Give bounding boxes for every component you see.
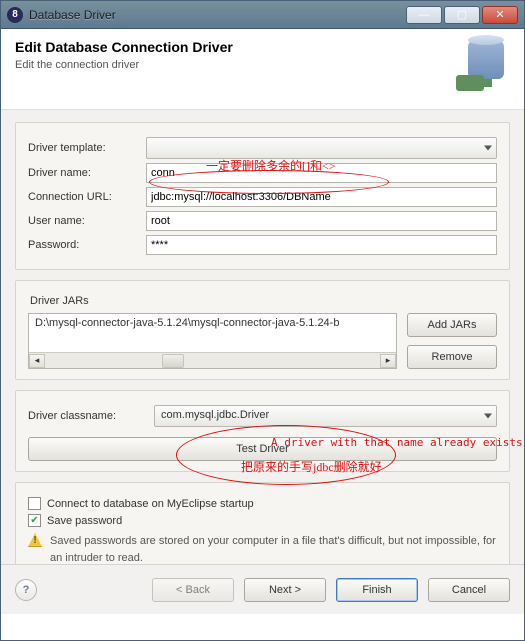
dialog-content: Driver template: Driver name: Connection…	[1, 110, 524, 614]
connect-startup-checkbox[interactable]	[28, 497, 41, 510]
help-button[interactable]: ?	[15, 579, 37, 601]
chevron-down-icon	[484, 146, 492, 151]
titlebar: 8 Database Driver — ▢ ✕	[1, 1, 524, 29]
driver-name-input[interactable]	[146, 163, 497, 183]
driver-template-label: Driver template:	[28, 142, 138, 154]
connect-startup-label: Connect to database on MyEclipse startup	[47, 498, 254, 510]
scroll-left-icon[interactable]: ◂	[29, 354, 45, 368]
cancel-button[interactable]: Cancel	[428, 578, 510, 602]
password-label: Password:	[28, 239, 138, 251]
horizontal-scrollbar[interactable]: ◂ ▸	[29, 352, 396, 368]
driver-classname-label: Driver classname:	[28, 410, 146, 422]
chevron-down-icon	[484, 414, 492, 419]
page-title: Edit Database Connection Driver	[15, 39, 233, 55]
user-name-label: User name:	[28, 215, 138, 227]
dialog-footer: ? < Back Next > Finish Cancel	[1, 564, 524, 614]
finish-button[interactable]: Finish	[336, 578, 418, 602]
driver-classname-combo[interactable]: com.mysql.jdbc.Driver	[154, 405, 497, 427]
connection-url-label: Connection URL:	[28, 191, 138, 203]
back-button[interactable]: < Back	[152, 578, 234, 602]
user-name-input[interactable]	[146, 211, 497, 231]
close-button[interactable]: ✕	[482, 6, 518, 24]
save-password-checkbox[interactable]: ✔	[28, 514, 41, 527]
save-password-label: Save password	[47, 515, 122, 527]
dialog-header: Edit Database Connection Driver Edit the…	[1, 29, 524, 110]
warning-icon: !	[28, 533, 42, 547]
window-title: Database Driver	[29, 8, 406, 22]
scroll-thumb[interactable]	[162, 354, 184, 368]
warning-text: Saved passwords are stored on your compu…	[50, 533, 497, 566]
driver-jars-label: Driver JARs	[30, 295, 497, 307]
maximize-button[interactable]: ▢	[444, 6, 480, 24]
minimize-button[interactable]: —	[406, 6, 442, 24]
list-item[interactable]: D:\mysql-connector-java-5.1.24\mysql-con…	[29, 314, 396, 332]
driver-template-combo[interactable]	[146, 137, 497, 159]
database-icon	[454, 39, 510, 95]
eclipse-icon: 8	[7, 7, 23, 23]
driver-name-label: Driver name:	[28, 167, 138, 179]
add-jars-button[interactable]: Add JARs	[407, 313, 497, 337]
remove-button[interactable]: Remove	[407, 345, 497, 369]
driver-jars-list[interactable]: D:\mysql-connector-java-5.1.24\mysql-con…	[28, 313, 397, 369]
page-subtitle: Edit the connection driver	[15, 59, 233, 71]
password-input[interactable]	[146, 235, 497, 255]
scroll-right-icon[interactable]: ▸	[380, 354, 396, 368]
test-driver-button[interactable]: Test Driver	[28, 437, 497, 461]
next-button[interactable]: Next >	[244, 578, 326, 602]
connection-url-input[interactable]	[146, 187, 497, 207]
